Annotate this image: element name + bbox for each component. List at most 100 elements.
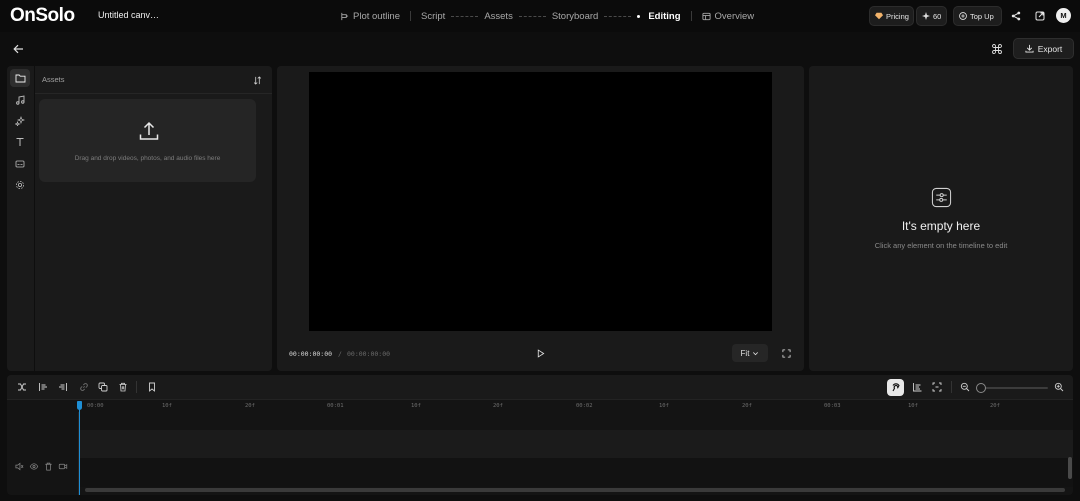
adjustments-icon — [930, 186, 952, 208]
rail-audio[interactable] — [10, 91, 30, 109]
overview-icon — [701, 12, 711, 21]
upload-dropzone[interactable]: Drag and drop videos, photos, and audio … — [39, 99, 256, 182]
step-script[interactable]: Script — [421, 11, 445, 22]
step-label: Assets — [484, 10, 513, 22]
fit-timeline-icon[interactable] — [930, 380, 944, 394]
back-arrow-icon[interactable] — [11, 42, 25, 55]
user-avatar[interactable]: M — [1056, 8, 1071, 23]
trim-left-icon[interactable] — [36, 380, 50, 394]
horizontal-scrollbar[interactable] — [85, 488, 1065, 492]
duplicate-icon[interactable] — [96, 380, 110, 394]
zoom-in-icon[interactable] — [1052, 380, 1066, 394]
rail-assets[interactable] — [10, 69, 30, 87]
pricing-button[interactable]: Pricing — [869, 6, 914, 26]
open-external-icon[interactable] — [1033, 9, 1047, 23]
step-label: Storyboard — [551, 10, 599, 22]
main-track[interactable] — [80, 458, 1073, 487]
app-logo[interactable]: OnSolo — [10, 5, 75, 27]
ruler-tick: 10f — [908, 403, 918, 409]
workflow-steps: Plot outline Script Assets Storyboard Ed… — [340, 9, 754, 23]
magnet-snap-icon[interactable] — [887, 379, 904, 396]
current-timecode: 00:00:00:00 — [289, 350, 333, 358]
divider — [410, 11, 412, 21]
divider — [136, 381, 137, 393]
document-title[interactable]: Untitled canv… — [98, 10, 159, 20]
playhead-line[interactable] — [79, 401, 80, 495]
divider — [35, 93, 272, 94]
zoom-out-icon[interactable] — [958, 380, 972, 394]
ruler-tick: 00:00 — [87, 403, 104, 409]
preview-panel: 00:00:00:00 / 00:00:00:00 Fit — [277, 66, 804, 371]
step-overview[interactable]: Overview — [701, 11, 754, 22]
step-plot-outline[interactable]: Plot outline — [340, 11, 400, 22]
plot-outline-icon — [340, 12, 349, 21]
track-delete-icon[interactable] — [44, 462, 53, 471]
plus-circle-icon — [959, 12, 967, 20]
sparkle-icon — [922, 12, 930, 20]
zoom-slider-track[interactable] — [982, 387, 1048, 389]
step-storyboard[interactable]: Storyboard — [552, 11, 598, 22]
captions-icon — [15, 159, 25, 169]
pricing-label: Pricing — [886, 11, 909, 21]
share-icon[interactable] — [1009, 9, 1023, 23]
sparkles-icon — [15, 116, 25, 126]
ruler-tick: 10f — [659, 403, 669, 409]
total-timecode: 00:00:00:00 — [347, 350, 391, 358]
properties-panel: It's empty here Click any element on the… — [809, 66, 1073, 371]
video-camera-icon[interactable] — [58, 462, 68, 471]
rail-effects[interactable] — [10, 112, 30, 130]
trim-right-icon[interactable] — [56, 380, 70, 394]
rail-captions[interactable] — [10, 155, 30, 173]
ruler-tick: 20f — [493, 403, 503, 409]
dropzone-hint: Drag and drop videos, photos, and audio … — [74, 155, 221, 162]
step-connector — [518, 15, 546, 17]
trash-icon[interactable] — [116, 380, 130, 394]
text-icon — [15, 137, 25, 147]
fit-label: Fit — [740, 348, 750, 358]
gear-icon — [15, 180, 25, 190]
step-label: Script — [421, 10, 446, 22]
eye-icon[interactable] — [29, 462, 39, 471]
video-canvas[interactable] — [309, 72, 772, 331]
active-dot-icon — [637, 14, 641, 18]
tool-rail — [7, 66, 34, 371]
music-note-icon — [15, 95, 25, 105]
assets-panel-title: Assets — [42, 75, 65, 84]
credits-value: 60 — [933, 11, 942, 21]
timeline-ruler[interactable]: 00:00 10f 20f 00:01 10f 20f 00:02 10f 20… — [80, 400, 1073, 412]
overlay-track[interactable] — [80, 430, 1073, 458]
export-button[interactable]: Export — [1013, 38, 1074, 59]
playhead-handle[interactable] — [77, 401, 82, 410]
assets-panel: Assets Drag and drop videos, photos, and… — [35, 66, 272, 371]
top-nav-bar: OnSolo Untitled canv… Plot outline Scrip… — [0, 0, 1080, 32]
step-assets[interactable]: Assets — [484, 11, 513, 22]
rail-text[interactable] — [10, 133, 30, 151]
rail-settings[interactable] — [10, 176, 30, 194]
command-shortcut-icon[interactable] — [990, 42, 1004, 55]
ruler-tick: 00:03 — [824, 403, 841, 409]
empty-state-subtitle: Click any element on the timeline to edi… — [874, 241, 1008, 250]
vertical-scrollbar[interactable] — [1068, 457, 1072, 479]
play-icon[interactable] — [534, 347, 546, 359]
fit-dropdown[interactable]: Fit — [732, 344, 768, 362]
split-icon[interactable] — [15, 380, 29, 394]
zoom-slider-handle[interactable] — [976, 383, 986, 393]
top-up-button[interactable]: Top Up — [953, 6, 1002, 26]
diamond-icon — [875, 12, 883, 20]
ruler-tick: 00:02 — [576, 403, 593, 409]
step-editing[interactable]: Editing — [637, 11, 681, 22]
align-icon[interactable] — [910, 380, 924, 394]
ruler-tick: 10f — [162, 403, 172, 409]
divider — [690, 11, 692, 21]
volume-icon[interactable] — [15, 462, 24, 471]
sort-icon[interactable] — [251, 74, 263, 86]
timeline-toolbar — [7, 375, 1073, 400]
top-up-label: Top Up — [970, 11, 994, 21]
fullscreen-icon[interactable] — [780, 347, 792, 359]
ruler-tick: 10f — [411, 403, 421, 409]
credits-counter[interactable]: 60 — [916, 6, 947, 26]
step-connector — [451, 15, 479, 17]
bookmark-icon[interactable] — [145, 380, 159, 394]
ruler-tick: 20f — [990, 403, 1000, 409]
link-icon[interactable] — [77, 380, 91, 394]
